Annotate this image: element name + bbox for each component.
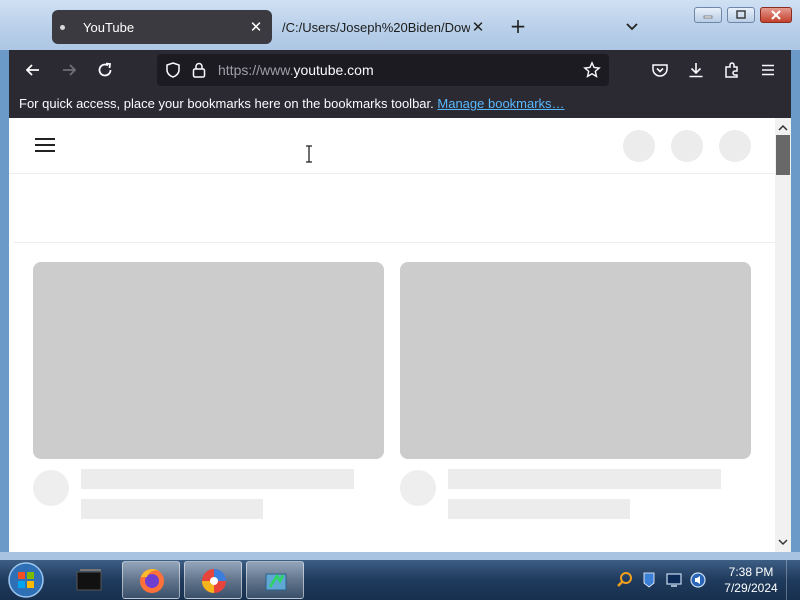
maximize-button[interactable] xyxy=(727,7,755,23)
favicon-icon xyxy=(60,24,65,30)
youtube-header xyxy=(9,118,775,174)
manage-bookmarks-link[interactable]: Manage bookmarks… xyxy=(437,96,564,111)
tab-title: /C:/Users/Joseph%20Biden/Downloads xyxy=(282,19,470,35)
taskbar: 7:38 PM 7/29/2024 xyxy=(0,560,800,600)
shield-icon[interactable] xyxy=(164,61,182,83)
back-icon[interactable] xyxy=(23,60,43,80)
reload-icon[interactable] xyxy=(95,60,115,80)
title-line-placeholder xyxy=(81,469,354,489)
lock-icon[interactable] xyxy=(191,61,207,83)
list-all-tabs-button[interactable] xyxy=(622,16,642,36)
meta-line-placeholder xyxy=(81,499,263,519)
tab-youtube[interactable]: YouTube ✕ xyxy=(52,10,272,44)
window-frame-bottom xyxy=(0,552,800,560)
close-window-button[interactable] xyxy=(760,7,792,23)
close-tab-icon[interactable]: ✕ xyxy=(246,18,266,36)
guide-menu-icon[interactable] xyxy=(35,138,55,154)
tab-title: YouTube xyxy=(83,19,135,35)
bookmarks-message: For quick access, place your bookmarks h… xyxy=(19,96,434,111)
placeholder-circle xyxy=(719,130,751,162)
browser-titlebar: YouTube ✕ /C:/Users/Joseph%20Biden/Downl… xyxy=(0,0,800,50)
channel-avatar-placeholder xyxy=(400,470,436,506)
bookmarks-toolbar: For quick access, place your bookmarks h… xyxy=(9,90,791,118)
channel-avatar-placeholder xyxy=(33,470,69,506)
minimize-button[interactable] xyxy=(694,7,722,23)
close-tab-icon[interactable]: ✕ xyxy=(468,18,488,36)
scroll-down-icon[interactable] xyxy=(775,534,791,548)
star-bookmark-icon[interactable] xyxy=(583,61,601,83)
scrollbar-thumb[interactable] xyxy=(776,135,790,175)
placeholder-circle xyxy=(623,130,655,162)
taskbar-terminal[interactable] xyxy=(60,561,118,599)
terminal-icon xyxy=(76,569,102,591)
start-button[interactable] xyxy=(6,561,46,599)
taskbar-swirl-app[interactable] xyxy=(184,561,242,599)
taskbar-firefox[interactable] xyxy=(122,561,180,599)
page-content xyxy=(9,118,775,552)
navigation-toolbar: https://www.youtube.com xyxy=(9,50,791,90)
new-tab-button[interactable]: + xyxy=(508,16,528,36)
placeholder-circle xyxy=(671,130,703,162)
forward-icon[interactable] xyxy=(59,60,79,80)
speaker-icon[interactable] xyxy=(689,571,707,593)
extensions-icon[interactable] xyxy=(722,60,742,80)
image-editor-icon xyxy=(265,573,287,591)
network-shield-icon[interactable] xyxy=(640,571,658,593)
text-cursor-icon xyxy=(306,145,312,163)
search-magnifier-icon[interactable] xyxy=(615,571,635,593)
system-tray xyxy=(615,569,715,591)
url-bar[interactable]: https://www.youtube.com xyxy=(157,54,609,86)
url-text[interactable]: https://www.youtube.com xyxy=(218,62,374,78)
monitor-icon[interactable] xyxy=(665,572,683,592)
clock-date: 7/29/2024 xyxy=(724,581,778,595)
clock-time: 7:38 PM xyxy=(728,565,774,579)
title-line-placeholder xyxy=(448,469,721,489)
page-scrollbar[interactable] xyxy=(775,118,791,552)
chips-bar xyxy=(14,175,775,243)
meta-line-placeholder xyxy=(448,499,630,519)
clock[interactable]: 7:38 PM 7/29/2024 xyxy=(718,564,784,596)
tab-downloads[interactable]: /C:/Users/Joseph%20Biden/Downloads ✕ xyxy=(282,10,492,44)
show-desktop-button[interactable] xyxy=(786,560,800,600)
pocket-icon[interactable] xyxy=(650,60,670,80)
video-thumbnail-placeholder[interactable] xyxy=(33,262,384,459)
downloads-icon[interactable] xyxy=(686,60,706,80)
scroll-up-icon[interactable] xyxy=(775,120,791,134)
menu-icon[interactable] xyxy=(758,60,778,80)
video-thumbnail-placeholder[interactable] xyxy=(400,262,751,459)
firefox-icon xyxy=(140,568,164,593)
colorful-swirl-app-icon xyxy=(202,569,226,593)
taskbar-image-editor[interactable] xyxy=(246,561,304,599)
